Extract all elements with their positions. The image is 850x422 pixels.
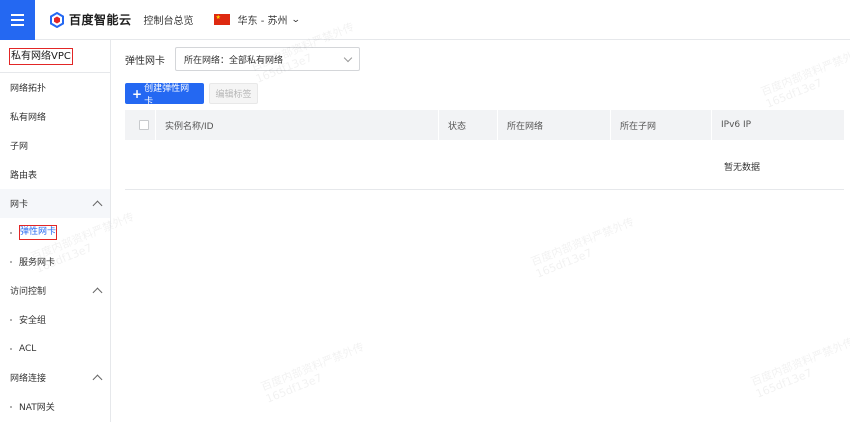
bullet-dot <box>10 260 12 263</box>
sidebar-item-label: 服务网卡 <box>19 258 56 268</box>
bullet-dot <box>10 231 12 234</box>
main-content: 弹性网卡 所在网络：全部私有网络 + 创建弹性网卡 编辑标签 实例名称/ID 状… <box>111 40 850 422</box>
sidebar-group-access-control[interactable]: 访问控制 <box>0 276 110 305</box>
brand-logo[interactable]: 百度智能云 <box>49 11 132 28</box>
column-separator <box>438 110 439 140</box>
column-separator <box>610 110 611 140</box>
sidebar-item-nat-gateway[interactable]: NAT网关 <box>0 392 110 421</box>
edit-tags-button[interactable]: 编辑标签 <box>209 83 258 104</box>
page-title: 弹性网卡 <box>125 55 165 67</box>
sidebar-item-subnet[interactable]: 子网 <box>0 131 110 160</box>
column-header-network[interactable]: 所在网络 <box>507 110 543 140</box>
column-separator <box>711 110 712 140</box>
bullet-dot <box>10 405 12 408</box>
filter-row: 弹性网卡 所在网络：全部私有网络 <box>125 47 360 71</box>
chevron-up-icon <box>92 200 103 210</box>
empty-state-text: 暂无数据 <box>724 163 761 173</box>
column-separator <box>497 110 498 140</box>
sidebar-item-network-topology[interactable]: 网络拓扑 <box>0 73 110 102</box>
column-header-ipv6[interactable]: IPv6 IP <box>721 110 751 140</box>
sidebar-item-label: ACL <box>19 343 37 354</box>
column-header-instance[interactable]: 实例名称/ID <box>165 110 214 140</box>
bullet-dot <box>10 318 12 321</box>
sidebar-item-label: 安全组 <box>19 316 47 326</box>
bullet-dot <box>10 347 12 350</box>
top-bar: 百度智能云 控制台总览 华东 - 苏州 ⌄ <box>0 0 850 40</box>
column-header-status[interactable]: 状态 <box>448 110 466 140</box>
eni-table: 实例名称/ID 状态 所在网络 所在子网 IPv6 IP 暂无数据 <box>125 110 844 190</box>
chevron-down-icon <box>343 53 353 62</box>
console-overview-link[interactable]: 控制台总览 <box>144 12 194 27</box>
sidebar-title: 私有网络VPC <box>0 40 110 72</box>
hamburger-menu-icon[interactable] <box>0 0 35 40</box>
select-all-cell <box>139 110 149 140</box>
sidebar-group-nic[interactable]: 网卡 <box>0 189 110 218</box>
sidebar-item-service-nic[interactable]: 服务网卡 <box>0 247 110 276</box>
sidebar-group-label: 访问控制 <box>10 287 47 297</box>
network-filter-select[interactable]: 所在网络：全部私有网络 <box>175 47 360 71</box>
sidebar-group-network-connection[interactable]: 网络连接 <box>0 363 110 392</box>
chevron-down-icon: ⌄ <box>291 14 302 25</box>
chevron-up-icon <box>92 374 103 384</box>
sidebar-title-text: 私有网络VPC <box>9 47 73 65</box>
sidebar: 私有网络VPC 网络拓扑 私有网络 子网 路由表 网卡 弹性网卡 服务网卡 访问… <box>0 40 111 422</box>
column-separator <box>155 110 156 140</box>
plus-icon: + <box>132 86 143 101</box>
brand-name: 百度智能云 <box>69 13 132 27</box>
create-eni-label: 创建弹性网卡 <box>144 83 190 107</box>
region-selector[interactable]: 华东 - 苏州 ⌄ <box>213 12 302 27</box>
action-bar: + 创建弹性网卡 编辑标签 <box>125 83 258 107</box>
create-eni-button[interactable]: + 创建弹性网卡 <box>125 83 204 107</box>
sidebar-item-acl[interactable]: ACL <box>0 334 110 363</box>
select-all-checkbox[interactable] <box>139 120 149 130</box>
sidebar-item-vpc[interactable]: 私有网络 <box>0 102 110 131</box>
sidebar-item-eni[interactable]: 弹性网卡 <box>0 218 110 247</box>
network-filter-value: 所在网络：全部私有网络 <box>184 55 284 66</box>
sidebar-item-label: 弹性网卡 <box>19 225 58 240</box>
sidebar-item-security-group[interactable]: 安全组 <box>0 305 110 334</box>
china-flag-icon <box>213 14 230 25</box>
sidebar-group-label: 网络连接 <box>10 374 47 384</box>
sidebar-item-route-table[interactable]: 路由表 <box>0 160 110 189</box>
baidu-cloud-logo-icon <box>49 11 65 28</box>
table-header: 实例名称/ID 状态 所在网络 所在子网 IPv6 IP <box>125 110 844 140</box>
column-header-subnet[interactable]: 所在子网 <box>620 110 656 140</box>
table-body: 暂无数据 <box>125 140 844 190</box>
sidebar-item-label: NAT网关 <box>19 403 55 413</box>
chevron-up-icon <box>92 287 103 297</box>
sidebar-group-label: 网卡 <box>10 200 29 210</box>
region-label: 华东 - 苏州 <box>237 16 288 27</box>
